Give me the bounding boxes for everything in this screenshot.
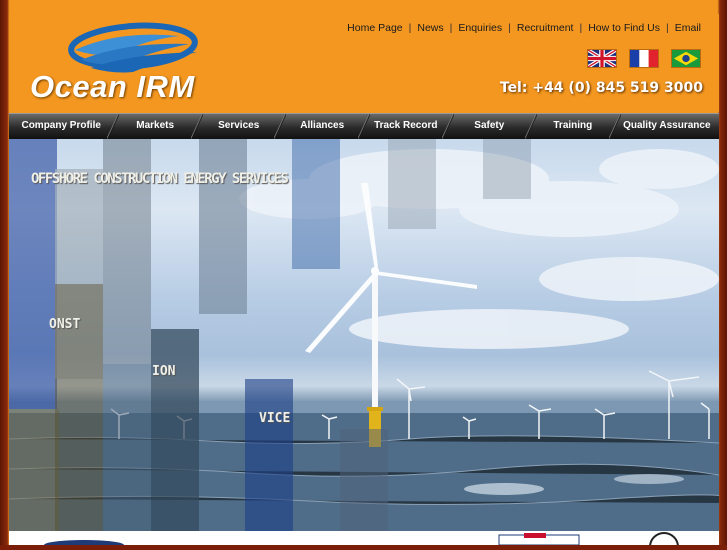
nav-training[interactable]: Training	[531, 114, 621, 139]
recruitment-link[interactable]: Recruitment	[517, 22, 574, 34]
main-nav: Company Profile Markets Services Allianc…	[9, 113, 719, 139]
top-links: Home Page | News | Enquiries | Recruitment | How…	[347, 22, 701, 34]
news-link[interactable]: News	[417, 22, 443, 34]
offshore-wind-farm-image	[9, 139, 719, 531]
nav-services[interactable]: Services	[197, 114, 286, 139]
france-flag-icon[interactable]	[629, 49, 659, 68]
hero-fragment-vice: VICE	[259, 411, 291, 426]
hero-title-text: OFFSHORE CONSTRUCTION ENERGY SERVICES	[31, 171, 289, 187]
accreditation-logos-icon	[44, 532, 679, 550]
language-flags	[587, 49, 701, 68]
nav-company-profile[interactable]: Company Profile	[9, 114, 120, 139]
nav-markets[interactable]: Markets	[113, 114, 203, 139]
brazil-flag-icon[interactable]	[671, 49, 701, 68]
email-link[interactable]: Email	[675, 22, 701, 34]
hero-banner: OFFSHORE CONSTRUCTION ENERGY SERVICES ON…	[9, 139, 719, 531]
nav-quality-assurance[interactable]: Quality Assurance	[615, 114, 719, 139]
home-page-link[interactable]: Home Page	[347, 22, 402, 34]
enquiries-link[interactable]: Enquiries	[458, 22, 502, 34]
phone-number: Tel: +44 (0) 845 519 3000	[499, 80, 703, 96]
brand-name: Ocean IRM	[30, 69, 195, 104]
hero-fragment-onst: ONST	[49, 317, 81, 332]
nav-safety[interactable]: Safety	[448, 114, 537, 139]
nav-alliances[interactable]: Alliances	[280, 114, 370, 139]
how-to-find-us-link[interactable]: How to Find Us	[588, 22, 660, 34]
nav-track-record[interactable]: Track Record	[364, 114, 454, 139]
uk-flag-icon[interactable]	[587, 49, 617, 68]
footer-strip	[9, 531, 719, 550]
hero-fragment-ion: ION	[152, 364, 176, 379]
header: Ocean IRM Home Page | News | Enquiries | Recru…	[9, 14, 719, 112]
